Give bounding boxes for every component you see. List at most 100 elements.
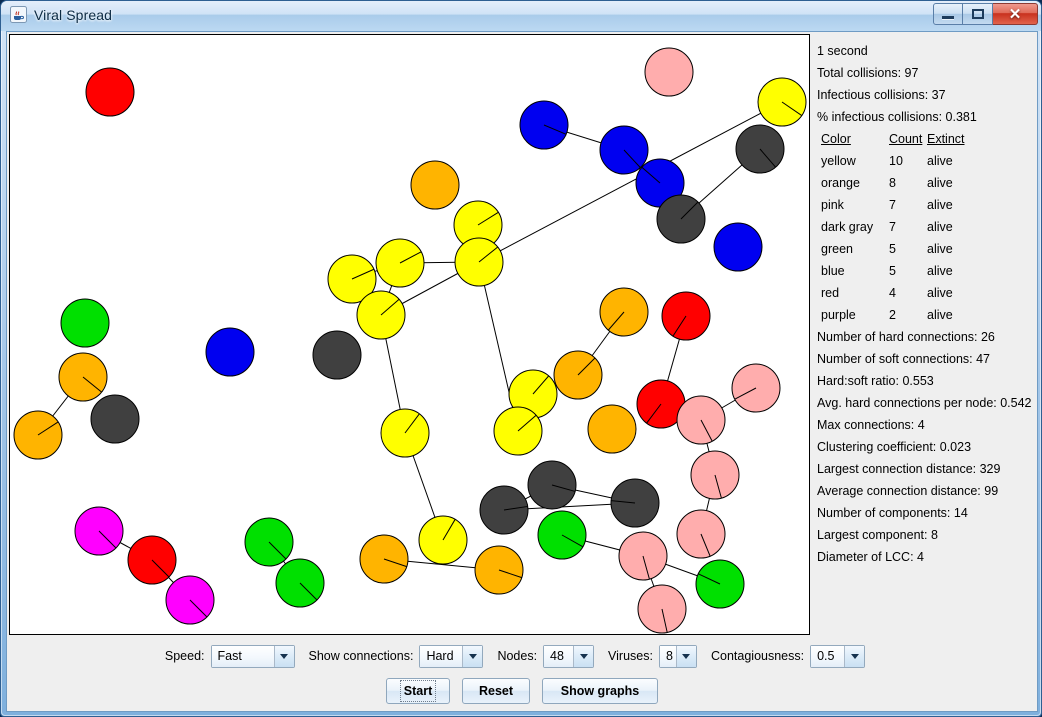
- row-count: 7: [889, 220, 896, 234]
- color-table-row: purple 2 alive: [817, 304, 1037, 326]
- particle-node[interactable]: [599, 125, 649, 175]
- particle-node[interactable]: [519, 100, 569, 150]
- particle-node[interactable]: [644, 47, 694, 97]
- show-connections-field: Show connections: Hard: [309, 644, 498, 668]
- particle-node[interactable]: [587, 404, 637, 454]
- nodes-field: Nodes: 48: [497, 644, 608, 668]
- color-table-row: orange 8 alive: [817, 172, 1037, 194]
- reset-button[interactable]: Reset: [462, 678, 530, 704]
- particle-node[interactable]: [690, 450, 740, 500]
- particle-node[interactable]: [599, 287, 649, 337]
- chevron-down-icon[interactable]: [462, 645, 483, 667]
- viruses-select[interactable]: 8: [658, 644, 697, 668]
- particle-node[interactable]: [244, 517, 294, 567]
- particle-node[interactable]: [713, 222, 763, 272]
- particle-node[interactable]: [375, 238, 425, 288]
- metric-line: Largest connection distance: 329: [817, 462, 1001, 476]
- particle-node[interactable]: [410, 160, 460, 210]
- particle-node[interactable]: [58, 352, 108, 402]
- maximize-button[interactable]: [963, 3, 993, 25]
- node-circle: [205, 327, 255, 377]
- chevron-down-icon[interactable]: [573, 645, 594, 667]
- node-circle: [312, 330, 362, 380]
- contagiousness-select[interactable]: 0.5: [810, 644, 866, 668]
- minimize-icon: [942, 16, 954, 19]
- particle-node[interactable]: [661, 291, 711, 341]
- row-color: dark gray: [821, 220, 874, 234]
- particle-node[interactable]: [474, 545, 524, 595]
- particle-node[interactable]: [757, 77, 807, 127]
- content-root: 1 second Total collisions: 97 Infectious…: [7, 32, 1037, 711]
- nodes-label: Nodes:: [497, 649, 538, 663]
- particle-node[interactable]: [74, 506, 124, 556]
- row-extinct: alive: [927, 154, 953, 168]
- particle-node[interactable]: [359, 534, 409, 584]
- particle-node[interactable]: [454, 237, 504, 287]
- particle-node[interactable]: [553, 350, 603, 400]
- chevron-down-icon[interactable]: [844, 645, 865, 667]
- elapsed-time: 1 second: [817, 44, 868, 58]
- simulation-canvas-frame: [9, 34, 810, 635]
- show-graphs-button-label: Show graphs: [560, 684, 640, 698]
- particle-node[interactable]: [735, 124, 785, 174]
- particle-node[interactable]: [356, 290, 406, 340]
- speed-select[interactable]: Fast: [210, 644, 295, 668]
- minimize-button[interactable]: [933, 3, 963, 25]
- title-bar[interactable]: Viral Spread ✕: [1, 1, 1041, 31]
- row-color: yellow: [821, 154, 856, 168]
- pct-infectious: % infectious collisions: 0.381: [817, 110, 977, 124]
- nodes-select[interactable]: 48: [543, 644, 595, 668]
- viruses-label: Viruses:: [608, 649, 653, 663]
- color-table-row: green 5 alive: [817, 238, 1037, 260]
- chevron-down-icon[interactable]: [273, 645, 294, 667]
- metrics-list: Number of hard connections: 26 Number of …: [817, 326, 1037, 568]
- show-graphs-button[interactable]: Show graphs: [542, 678, 658, 704]
- row-count: 5: [889, 264, 896, 278]
- color-table-row: red 4 alive: [817, 282, 1037, 304]
- node-circle: [713, 222, 763, 272]
- particle-node[interactable]: [90, 394, 140, 444]
- row-count: 10: [889, 154, 903, 168]
- particle-node[interactable]: [380, 408, 430, 458]
- metric-line: Hard:soft ratio: 0.553: [817, 374, 934, 388]
- particle-node[interactable]: [60, 298, 110, 348]
- show-connections-select[interactable]: Hard: [419, 644, 484, 668]
- particle-node[interactable]: [418, 515, 468, 565]
- particle-node[interactable]: [537, 510, 587, 560]
- particle-node[interactable]: [676, 395, 726, 445]
- reset-button-label: Reset: [478, 684, 514, 698]
- chevron-down-icon[interactable]: [675, 645, 696, 667]
- close-button[interactable]: ✕: [993, 3, 1038, 25]
- viruses-value: 8: [659, 645, 676, 667]
- color-table-row: blue 5 alive: [817, 260, 1037, 282]
- contagiousness-label: Contagiousness:: [710, 649, 805, 663]
- color-table-body: yellow 10 alive orange 8 alive pink 7 alive dark …: [817, 150, 1037, 326]
- metric-line: Average connection distance: 99: [817, 484, 999, 498]
- particle-node[interactable]: [610, 478, 660, 528]
- speed-label: Speed:: [164, 649, 205, 663]
- simulation-canvas[interactable]: [10, 35, 809, 634]
- particle-node[interactable]: [127, 535, 177, 585]
- particle-node[interactable]: [695, 559, 745, 609]
- particle-node[interactable]: [637, 584, 687, 634]
- particle-node[interactable]: [13, 410, 63, 460]
- particle-node[interactable]: [85, 67, 135, 117]
- row-extinct: alive: [927, 176, 953, 190]
- contagiousness-value: 0.5: [811, 645, 845, 667]
- start-button[interactable]: Start: [386, 678, 450, 704]
- row-count: 8: [889, 176, 896, 190]
- particle-node[interactable]: [676, 509, 726, 559]
- statistics-panel: 1 second Total collisions: 97 Infectious…: [813, 34, 1037, 635]
- color-table-row: yellow 10 alive: [817, 150, 1037, 172]
- particle-node[interactable]: [656, 194, 706, 244]
- particle-node[interactable]: [493, 406, 543, 456]
- particle-node[interactable]: [205, 327, 255, 377]
- particle-node[interactable]: [275, 558, 325, 608]
- particle-node[interactable]: [731, 363, 781, 413]
- infectious-collisions: Infectious collisions: 37: [817, 88, 946, 102]
- particle-node[interactable]: [618, 531, 668, 581]
- particle-node[interactable]: [165, 575, 215, 625]
- particle-node[interactable]: [312, 330, 362, 380]
- particle-node[interactable]: [479, 485, 529, 535]
- particle-node[interactable]: [527, 460, 577, 510]
